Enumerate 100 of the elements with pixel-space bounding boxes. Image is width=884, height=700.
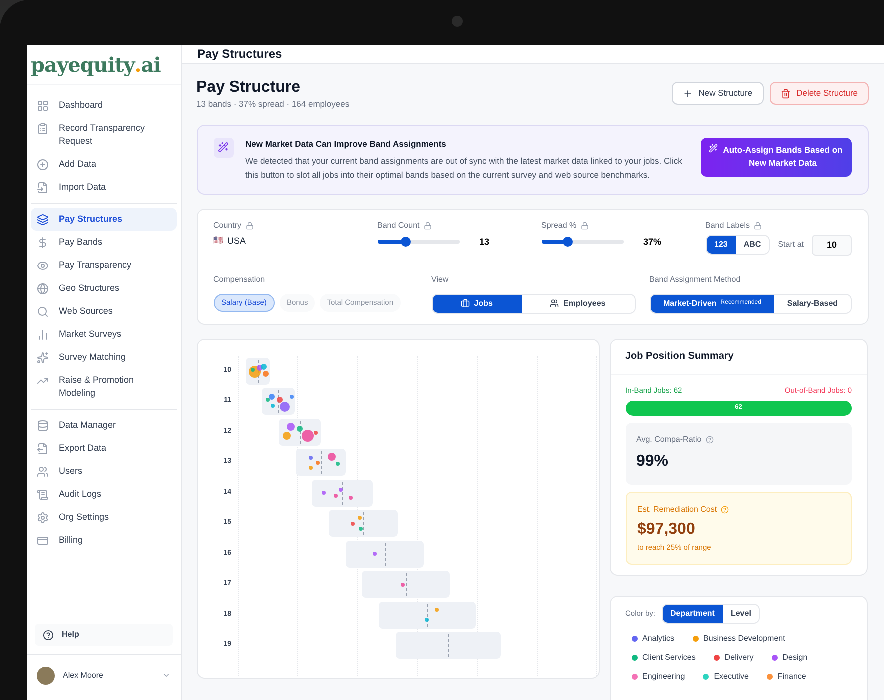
data-point xyxy=(401,582,406,586)
eye-icon xyxy=(37,260,49,272)
sidebar-item[interactable]: Users xyxy=(31,460,176,483)
data-point xyxy=(308,466,313,470)
sparkles-icon xyxy=(37,352,49,364)
metric-label: Est. Remediation Cost xyxy=(638,504,718,516)
scroll-icon xyxy=(37,489,49,501)
grid-icon xyxy=(37,100,49,112)
file-import-icon xyxy=(37,182,49,194)
sidebar-item[interactable]: Audit Logs xyxy=(31,483,176,506)
legend-label: Finance xyxy=(778,671,806,683)
new-button[interactable]: New Structure xyxy=(672,82,764,105)
data-point xyxy=(334,494,338,498)
sidebar-item[interactable]: Export Data xyxy=(31,437,176,460)
dollar-icon xyxy=(37,237,49,249)
field-label: Compensation xyxy=(214,274,266,284)
chevron-down-icon xyxy=(162,671,170,680)
briefcase-icon xyxy=(461,299,470,308)
help-icon xyxy=(706,436,714,444)
user-menu[interactable]: Alex Moore xyxy=(27,654,180,696)
trend-up-icon xyxy=(37,375,49,387)
settings-icon xyxy=(37,512,49,524)
plus-icon xyxy=(682,88,693,98)
slider-value: 13 xyxy=(480,236,490,248)
card-title: Job Position Summary xyxy=(626,350,734,364)
page-subtitle: 13 bands · 37% spread · 164 employees xyxy=(196,98,350,111)
header-title: Pay Structures xyxy=(198,46,282,63)
plus-circle-icon xyxy=(37,159,49,171)
slider-thumb[interactable] xyxy=(562,237,573,248)
sidebar-item[interactable]: Geo Structures xyxy=(31,277,176,300)
data-point xyxy=(373,552,378,556)
banner-title: New Market Data Can Improve Band Assignments xyxy=(246,138,448,150)
wand-icon xyxy=(218,142,229,154)
legend-label: Design xyxy=(782,652,808,664)
sidebar-item[interactable]: Org Settings xyxy=(31,506,176,529)
data-point xyxy=(287,422,296,431)
sidebar-item[interactable]: Import Data xyxy=(31,176,176,199)
trash-icon xyxy=(780,88,791,98)
auto-assign-button[interactable]: Auto-Assign Bands Based on New Market Data xyxy=(701,138,852,177)
data-point xyxy=(350,522,355,526)
metric-value: 99% xyxy=(636,452,670,472)
lock-icon xyxy=(424,222,432,230)
layers-icon xyxy=(37,214,49,226)
user-name: Alex Moore xyxy=(63,670,104,682)
field-label: Country xyxy=(214,220,242,232)
file-export-icon xyxy=(37,443,49,455)
metric-value: $97,300 xyxy=(638,520,696,540)
data-point xyxy=(349,496,354,500)
sidebar-item[interactable]: Pay Bands xyxy=(31,231,176,254)
database-icon xyxy=(37,420,49,432)
legend-label: Executive xyxy=(714,671,749,683)
wand-icon xyxy=(709,144,718,153)
field-label: View xyxy=(432,274,449,284)
lock-icon xyxy=(754,222,762,230)
camera-icon xyxy=(452,16,463,27)
help-icon xyxy=(721,506,730,514)
data-point xyxy=(316,460,320,464)
start-at-field[interactable]: 10 xyxy=(812,234,852,256)
data-point xyxy=(425,618,429,622)
data-point xyxy=(359,527,364,532)
legend-label: Client Services xyxy=(642,652,696,664)
sidebar-item[interactable]: Web Sources xyxy=(31,300,176,323)
data-point xyxy=(434,608,439,612)
help-button[interactable]: Help xyxy=(35,624,172,646)
lock-icon xyxy=(246,222,254,230)
flag-icon: 🇺🇸 xyxy=(214,235,224,248)
slider-track[interactable] xyxy=(542,240,624,244)
sidebar-item[interactable]: Dashboard xyxy=(31,94,176,117)
legend-label: Business Development xyxy=(704,633,786,645)
field-label: Band Count xyxy=(378,220,420,232)
segment-tab[interactable]: Department xyxy=(662,605,723,623)
users-icon xyxy=(550,299,560,308)
field-label: Band Assignment Method xyxy=(650,274,741,284)
delete-button[interactable]: Delete Structure xyxy=(770,82,869,105)
sidebar-item[interactable]: Pay Transparency xyxy=(31,254,176,277)
search-icon xyxy=(37,306,49,318)
credit-card-icon xyxy=(37,535,49,547)
sidebar-item[interactable]: Billing xyxy=(31,529,176,552)
sidebar-item[interactable]: Raise & Promotion Modeling xyxy=(31,369,176,405)
sidebar-item[interactable]: Add Data xyxy=(31,153,176,176)
sidebar-item[interactable]: Survey Matching xyxy=(31,346,176,369)
sidebar-item[interactable]: Data Manager xyxy=(31,414,176,437)
sidebar-item[interactable]: Record Transparency Request xyxy=(31,117,176,153)
segment-tab[interactable]: 123 xyxy=(706,236,736,254)
sidebar-item[interactable]: Market Surveys xyxy=(31,323,176,346)
data-point xyxy=(290,395,294,400)
help-icon xyxy=(43,630,54,640)
slider-track[interactable] xyxy=(378,240,460,244)
lock-icon xyxy=(580,222,589,230)
globe-icon xyxy=(37,283,49,295)
legend-label: Engineering xyxy=(642,671,686,683)
logo: payequity.ai xyxy=(27,45,180,85)
data-point xyxy=(282,432,291,440)
page-title: Pay Structure xyxy=(196,78,302,98)
bar-chart-icon xyxy=(37,329,49,341)
avatar xyxy=(37,666,55,684)
sidebar-item[interactable]: Pay Structures xyxy=(31,208,176,231)
segment-tab[interactable]: Jobs xyxy=(432,294,522,312)
slider-thumb[interactable] xyxy=(401,237,412,248)
slider-value: 37% xyxy=(644,236,662,248)
